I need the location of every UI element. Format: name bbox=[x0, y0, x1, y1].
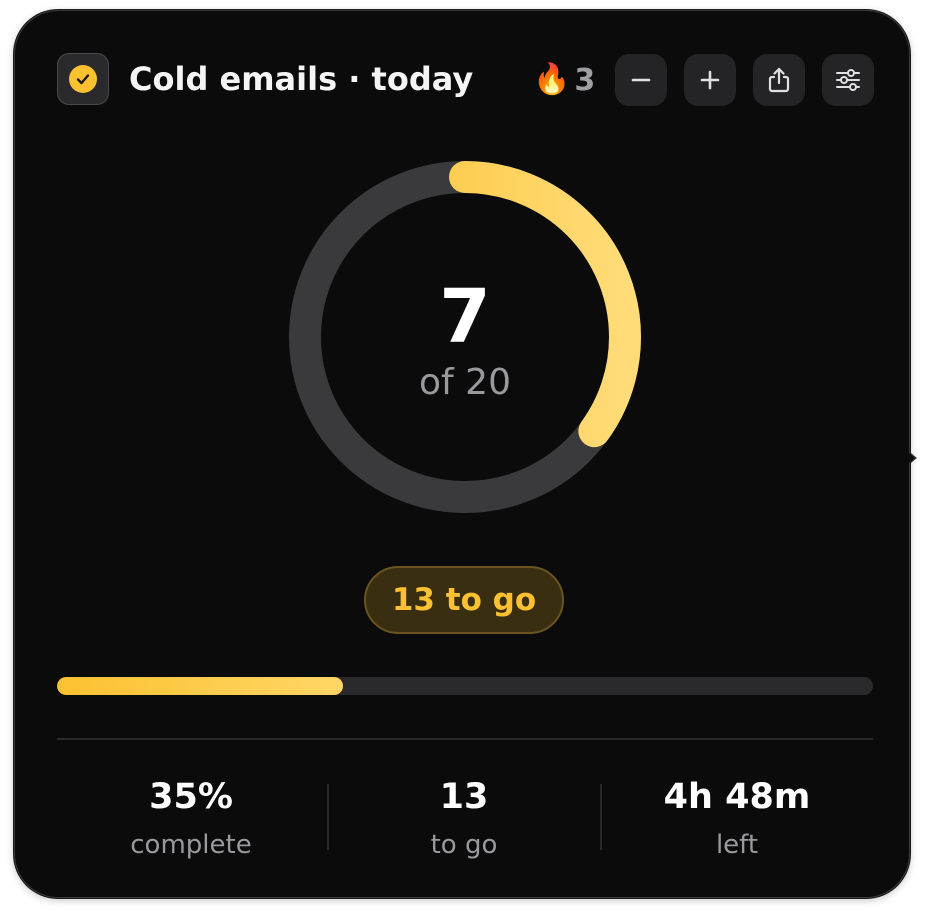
minus-icon bbox=[631, 78, 651, 82]
stat-value: 4h 48m bbox=[663, 777, 811, 817]
stat-to-go: 13 to go bbox=[328, 769, 600, 865]
streak-count: 3 bbox=[574, 62, 596, 98]
current-count: 7 bbox=[439, 274, 491, 360]
fire-icon: 🔥 bbox=[533, 62, 571, 97]
stat-label: left bbox=[715, 830, 759, 860]
sliders-icon bbox=[836, 69, 860, 91]
stat-label: to go bbox=[430, 830, 498, 860]
goal-title: Cold emails · today bbox=[129, 60, 474, 98]
stat-complete: 35% complete bbox=[55, 769, 327, 865]
settings-button[interactable] bbox=[822, 54, 874, 106]
progress-bar bbox=[57, 677, 873, 695]
stat-time-left: 4h 48m left bbox=[601, 769, 873, 865]
plus-icon bbox=[700, 70, 720, 90]
goal-widget: Cold emails · today 🔥 3 7 of 20 13 to go… bbox=[14, 10, 910, 898]
complete-checkbox[interactable] bbox=[57, 53, 109, 105]
share-button[interactable] bbox=[753, 54, 805, 106]
progress-ring: 7 of 20 bbox=[287, 159, 643, 515]
stat-value: 13 bbox=[439, 777, 489, 817]
progress-bar-fill bbox=[57, 677, 343, 695]
stat-value: 35% bbox=[149, 777, 233, 817]
share-icon bbox=[768, 67, 790, 93]
stat-label: complete bbox=[130, 830, 252, 860]
divider bbox=[57, 738, 873, 740]
decrement-button[interactable] bbox=[615, 54, 667, 106]
goal-total: of 20 bbox=[419, 362, 511, 403]
popover-arrow bbox=[893, 440, 915, 476]
check-circle-icon bbox=[69, 65, 97, 93]
remaining-badge: 13 to go bbox=[364, 566, 564, 634]
increment-button[interactable] bbox=[684, 54, 736, 106]
streak-indicator: 🔥 3 bbox=[533, 59, 595, 101]
